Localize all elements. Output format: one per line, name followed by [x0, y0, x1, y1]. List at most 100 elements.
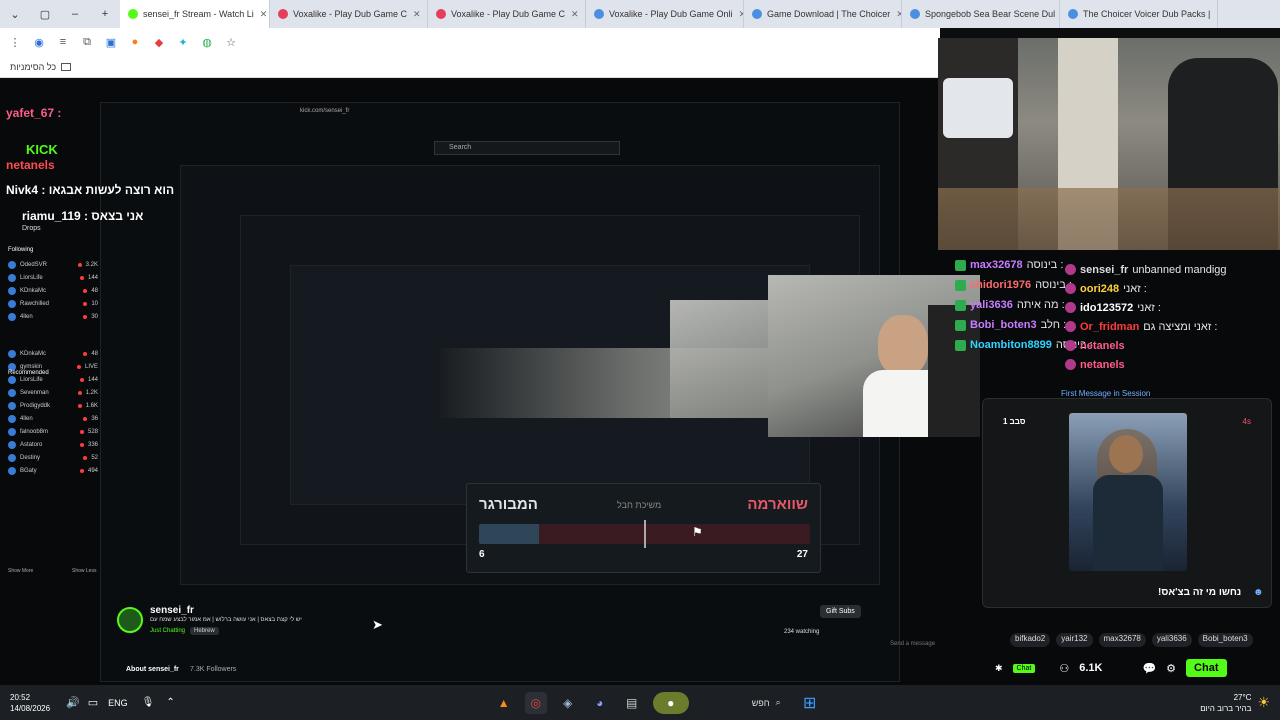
chat-username[interactable]: chidori1976: [970, 279, 1031, 291]
close-tab-icon[interactable]: ✕: [571, 9, 579, 20]
extension-teal-icon[interactable]: ✦: [176, 35, 190, 49]
chat-toggle-small[interactable]: Chat: [1012, 663, 1036, 673]
chat-username[interactable]: sensei_fr: [1080, 264, 1128, 276]
app-fire-icon[interactable]: ▲: [493, 692, 515, 714]
sidebar-drops-label: Drops: [22, 225, 41, 232]
channel-name: Destiny: [20, 454, 41, 461]
weather-desc: בהיר ברוב היום: [1200, 703, 1252, 713]
browser-tab[interactable]: Voxalike - Play Dub Game C ✕: [428, 0, 586, 28]
chat-message: max32678 בינוסה :: [955, 255, 1080, 275]
channel-name: BGaty: [20, 467, 37, 474]
chat-username[interactable]: Noambiton8899: [970, 339, 1052, 351]
channel-name: Rawchilled: [20, 300, 50, 307]
steam-icon[interactable]: ◈: [557, 692, 579, 714]
chat-username[interactable]: max32678: [970, 259, 1023, 271]
settings-small-icon[interactable]: ✱: [995, 663, 1003, 674]
microphone-icon[interactable]: 🎙: [142, 697, 155, 708]
extensions-puzzle-icon[interactable]: ⧉: [80, 35, 94, 49]
chat-message: Or_fridman זאני ומציצה גם :: [1065, 317, 1275, 336]
stream-tag[interactable]: Hebrew: [190, 627, 219, 635]
dub-user-icon: ☻: [1253, 587, 1264, 598]
extension-orange-icon[interactable]: ●: [128, 35, 142, 49]
chat-username[interactable]: Or_fridman: [1080, 321, 1139, 333]
close-tab-icon[interactable]: ✕: [413, 9, 421, 20]
dub-round-label: סבב 1: [1003, 417, 1026, 426]
sidebar-channel-row[interactable]: 4llen 30: [8, 310, 98, 323]
vote-right-score: 27: [796, 549, 808, 560]
chat-input[interactable]: Send a message: [890, 641, 980, 653]
chat-username[interactable]: netanels: [1080, 359, 1125, 371]
sidebar-channel-row[interactable]: falnoob8m 528: [8, 425, 98, 438]
widget-game-icon[interactable]: ●: [652, 691, 689, 714]
chat-bubble-icon[interactable]: 💬: [1142, 662, 1156, 675]
sidebar-channel-row[interactable]: 4llen 36: [8, 412, 98, 425]
sidebar-channel-row[interactable]: Astatoro 336: [8, 438, 98, 451]
file-explorer-icon[interactable]: ▤: [621, 692, 643, 714]
chat-username[interactable]: ido123572: [1080, 302, 1133, 314]
extension-list-icon[interactable]: ≡: [56, 35, 70, 49]
weather-widget[interactable]: 27°C בהיר ברוב היום ☀: [1200, 692, 1270, 714]
extension-window-icon[interactable]: ▣: [104, 35, 118, 49]
browser-tab[interactable]: Voxalike - Play Dub Game C ✕: [270, 0, 428, 28]
sidebar-channel-row[interactable]: Sevenman 1.2K: [8, 386, 98, 399]
gear-icon[interactable]: ⚙: [1166, 662, 1176, 675]
gift-subs-button[interactable]: Gift Subs: [820, 605, 861, 618]
minimize-icon[interactable]: –: [60, 0, 90, 28]
channel-viewers: 336: [87, 441, 98, 448]
browser-tab[interactable]: sensei_fr Stream - Watch Li ✕: [120, 0, 270, 28]
clock[interactable]: 20:52 14/08/2026: [10, 692, 60, 714]
badge-icon: [955, 259, 966, 271]
new-tab-button[interactable]: +: [90, 0, 120, 28]
dub-question: נחשו מי זה בצ'אס!: [1158, 587, 1242, 598]
streamer-name[interactable]: sensei_fr: [150, 605, 194, 616]
chat-username[interactable]: Bobi_boten3: [970, 319, 1037, 331]
browser-tab[interactable]: Spongebob Sea Bear Scene Dul✕: [902, 0, 1060, 28]
discord-icon[interactable]: ◕: [589, 692, 611, 714]
chat-username[interactable]: netanels: [1080, 340, 1125, 352]
windows-start-icon[interactable]: ⊞: [799, 692, 821, 714]
browser-tab[interactable]: Voxalike - Play Dub Game Onli✕: [586, 0, 744, 28]
bookmark-star-icon[interactable]: ☆: [224, 35, 238, 49]
chrome-icon[interactable]: ◎: [524, 691, 547, 714]
all-bookmarks-label[interactable]: כל הסימניות: [10, 62, 56, 72]
sidebar-channel-row[interactable]: Destiny 52: [8, 451, 98, 464]
viewers-icon: ⚇: [1059, 662, 1070, 675]
sidebar-channel-row[interactable]: KDnkaMc 48: [8, 284, 98, 297]
browser-tab[interactable]: Game Download | The Choicer✕: [744, 0, 902, 28]
sidebar-channel-row[interactable]: Rawchilled 10: [8, 297, 98, 310]
sidebar-channel-row[interactable]: Prodigyddk 1.6K: [8, 399, 98, 412]
sidebar-channel-row[interactable]: OdedSVR 3.2K: [8, 258, 98, 271]
close-tab-icon[interactable]: ✕: [1216, 9, 1217, 20]
nested-search-box[interactable]: Search: [434, 141, 620, 155]
language-indicator[interactable]: ENG: [108, 698, 128, 708]
menu-dots-icon[interactable]: ⋮: [8, 35, 22, 49]
extension-red-icon[interactable]: ◆: [152, 35, 166, 49]
chat-username[interactable]: oori248: [1080, 283, 1119, 295]
tab-search-icon[interactable]: ⌄: [0, 0, 30, 28]
network-icon[interactable]: ▭: [88, 696, 98, 709]
tab-group-icon[interactable]: ▢: [30, 0, 60, 28]
windows-taskbar: 20:52 14/08/2026 🔊 ▭ ENG 🎙 ⌃ ▲ ◎ ◈ ◕ ▤ ●…: [0, 685, 1280, 720]
overlay-chat-line: Nivk4 : הוא רוצה לעשות אבגאו: [6, 183, 175, 197]
channel-name: LiorsLife: [20, 274, 43, 281]
streamer-avatar[interactable]: [117, 607, 143, 633]
viewer-count: 6.1K: [1079, 662, 1103, 674]
channel-avatar: [8, 453, 16, 462]
tab-favicon-icon: [752, 9, 762, 19]
sidebar-show-less[interactable]: Show Less: [72, 568, 96, 574]
chevron-up-icon[interactable]: ⌃: [166, 697, 174, 708]
extension-globe-icon[interactable]: ◉: [32, 35, 46, 49]
extension-green-icon[interactable]: ◍: [200, 35, 214, 49]
live-dot-icon: [79, 275, 84, 280]
sidebar-channel-row[interactable]: BGaty 494: [8, 464, 98, 477]
chat-username[interactable]: yali3636: [970, 299, 1013, 311]
browser-tab[interactable]: The Choicer Voicer Dub Packs | ✕: [1060, 0, 1218, 28]
sidebar-channel-row[interactable]: LiorsLife 144: [8, 271, 98, 284]
sidebar-show-more[interactable]: Show More: [8, 568, 33, 574]
chat-button[interactable]: Chat: [1186, 659, 1227, 677]
sidebar-channel-row[interactable]: KDnkaMc 48: [8, 347, 98, 360]
close-tab-icon[interactable]: ✕: [260, 9, 268, 20]
stream-category[interactable]: Just Chatting: [150, 628, 185, 634]
speaker-icon[interactable]: 🔊: [66, 696, 80, 709]
taskbar-search[interactable]: חפש ⌕: [699, 691, 789, 715]
